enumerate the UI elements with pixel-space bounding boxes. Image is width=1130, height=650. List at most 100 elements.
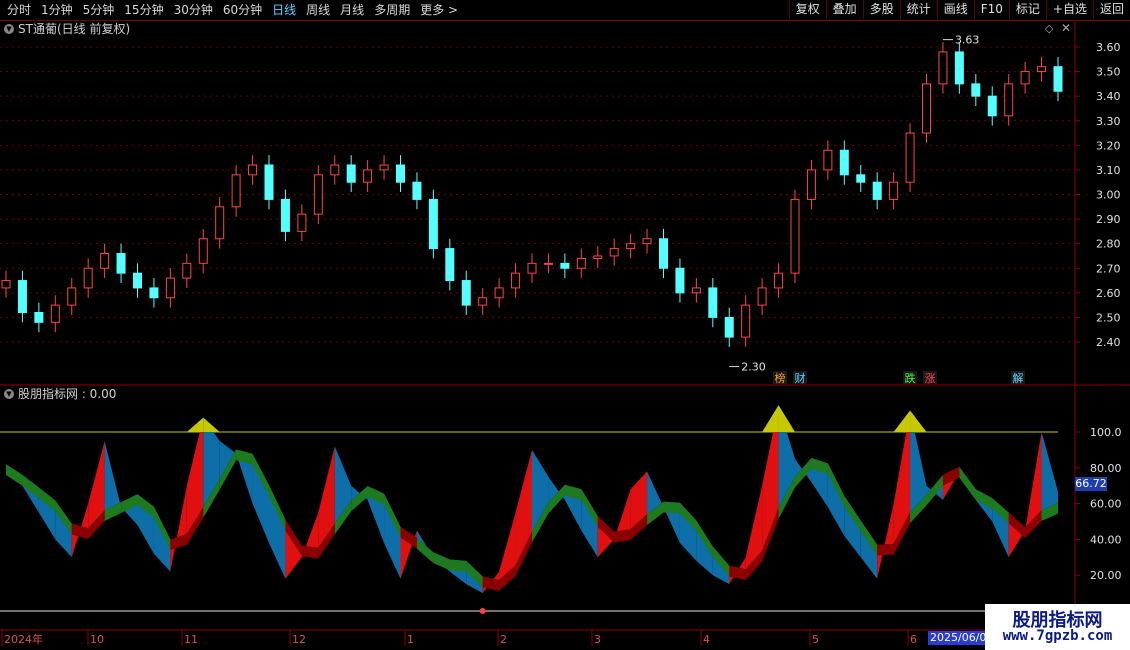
price-tick-label: 2.50 [1096,311,1121,324]
candle-body [889,181,899,200]
candle-body [806,169,816,200]
candle-body [428,198,438,250]
watermark: 股朋指标网 www.7gpzb.com [985,604,1130,650]
candle-body [757,287,767,306]
price-tick-label: 2.80 [1096,238,1121,251]
candle-body [675,267,685,294]
price-tick-label: 3.60 [1096,41,1121,54]
candle-body [954,51,964,85]
candle-body [527,262,537,274]
candle-body [264,164,274,200]
candle-body [215,206,225,240]
candle-body [626,243,636,250]
indicator-band-inner [877,543,894,556]
x-axis-label: 2024年 [4,632,43,646]
candle-body [724,316,734,338]
indicator-tick-label: 80.00 [1090,462,1122,475]
chart-canvas[interactable]: 3.60 3.50 3.40 3.30 3.20 3.10 3.00 2.90 2.80 2.70… [0,0,1130,650]
candle-body [494,287,504,299]
x-axis-label: 4 [703,633,710,646]
indicator-band-inner [614,529,631,543]
candle-body [790,198,800,274]
overbought-highlight [762,405,779,432]
indicator-band [877,503,894,579]
candle-body [330,164,340,176]
indicator-current-value: 66.72 [1075,477,1107,491]
candle-body [248,164,258,176]
indicator-band-inner [959,466,976,501]
x-axis-label: 12 [292,633,306,646]
candle-body [100,253,110,269]
candle-body [971,83,981,97]
diamond-icon[interactable]: ◇ [1045,22,1053,35]
candle-body [872,181,882,200]
candle-body [116,253,126,274]
indicator-tick-label: 20.00 [1090,569,1122,582]
overbought-highlight [910,410,927,432]
candle-body [133,272,142,289]
x-axis-label: 6 [910,633,917,646]
candle-body [823,149,833,171]
indicator-tick-label: 60.00 [1090,498,1122,511]
candle-body [67,287,77,306]
candle-body [543,262,553,265]
indicator-band-inner [433,552,450,571]
chevron-down-icon[interactable]: ▼ [4,389,14,399]
price-tick-label: 2.60 [1096,287,1121,300]
indicator-band-inner [663,501,680,514]
close-icon[interactable]: ✕ [1061,21,1071,35]
chevron-down-icon[interactable]: ▼ [4,24,14,34]
candle-body [346,164,356,183]
candle-body [576,257,586,269]
candle-body [198,238,208,264]
x-axis-label: 10 [90,633,104,646]
candle-body [938,51,948,85]
oversold-marker [479,608,486,614]
indicator-band-inner [236,449,253,465]
event-tag: 涨 [925,372,936,385]
candle-body [1004,83,1014,117]
overbought-highlight [186,417,204,432]
candle-body [511,272,521,289]
candle-body [461,280,471,306]
candle-body [1020,71,1030,85]
indicator-tick-label: 40.00 [1090,533,1122,546]
indicator-tick-label: 100.0 [1090,426,1122,439]
candle-body [34,312,44,323]
price-tick-label: 2.70 [1096,262,1121,275]
main-pane-header: ▼ ST通葡(日线 前复权) [4,21,130,37]
indicator-band-inner [416,538,434,564]
candle-body [1037,66,1047,73]
indicator-band-inner [449,559,467,572]
indicator-pane-title: 股朋指标网 : 0.00 [18,387,117,401]
event-tag: 跌 [905,371,916,385]
candle-body [1053,66,1063,92]
event-tag: 财 [795,371,806,385]
candle-body [905,132,915,183]
candle-body [609,248,619,257]
candle-body [642,238,652,245]
x-axis-label: 2 [500,633,507,646]
candle-body [478,297,488,306]
main-pane-title: ST通葡(日线 前复权) [18,22,131,36]
cursor-date-label: 2025/06/0 [928,631,989,645]
candle-body [379,164,389,171]
price-tick-label: 2.90 [1096,213,1121,226]
candle-body [691,287,701,294]
candle-body [659,238,668,269]
candle-body [182,262,192,279]
candle-body [17,280,27,313]
overbought-highlight [893,410,911,432]
candle-body [987,95,997,117]
candle-body [708,287,718,318]
indicator-band-inner [301,545,319,559]
event-tag: 解 [1013,371,1024,385]
candle-body [149,287,159,299]
x-axis-label: 1 [407,633,414,646]
price-tick-label: 3.20 [1096,139,1121,152]
indicator-band [1041,432,1058,511]
indicator-band [170,485,187,572]
x-axis-label: 3 [594,633,601,646]
indicator-band [515,449,532,566]
indicator-pane-header: ▼ 股朋指标网 : 0.00 [4,386,116,402]
